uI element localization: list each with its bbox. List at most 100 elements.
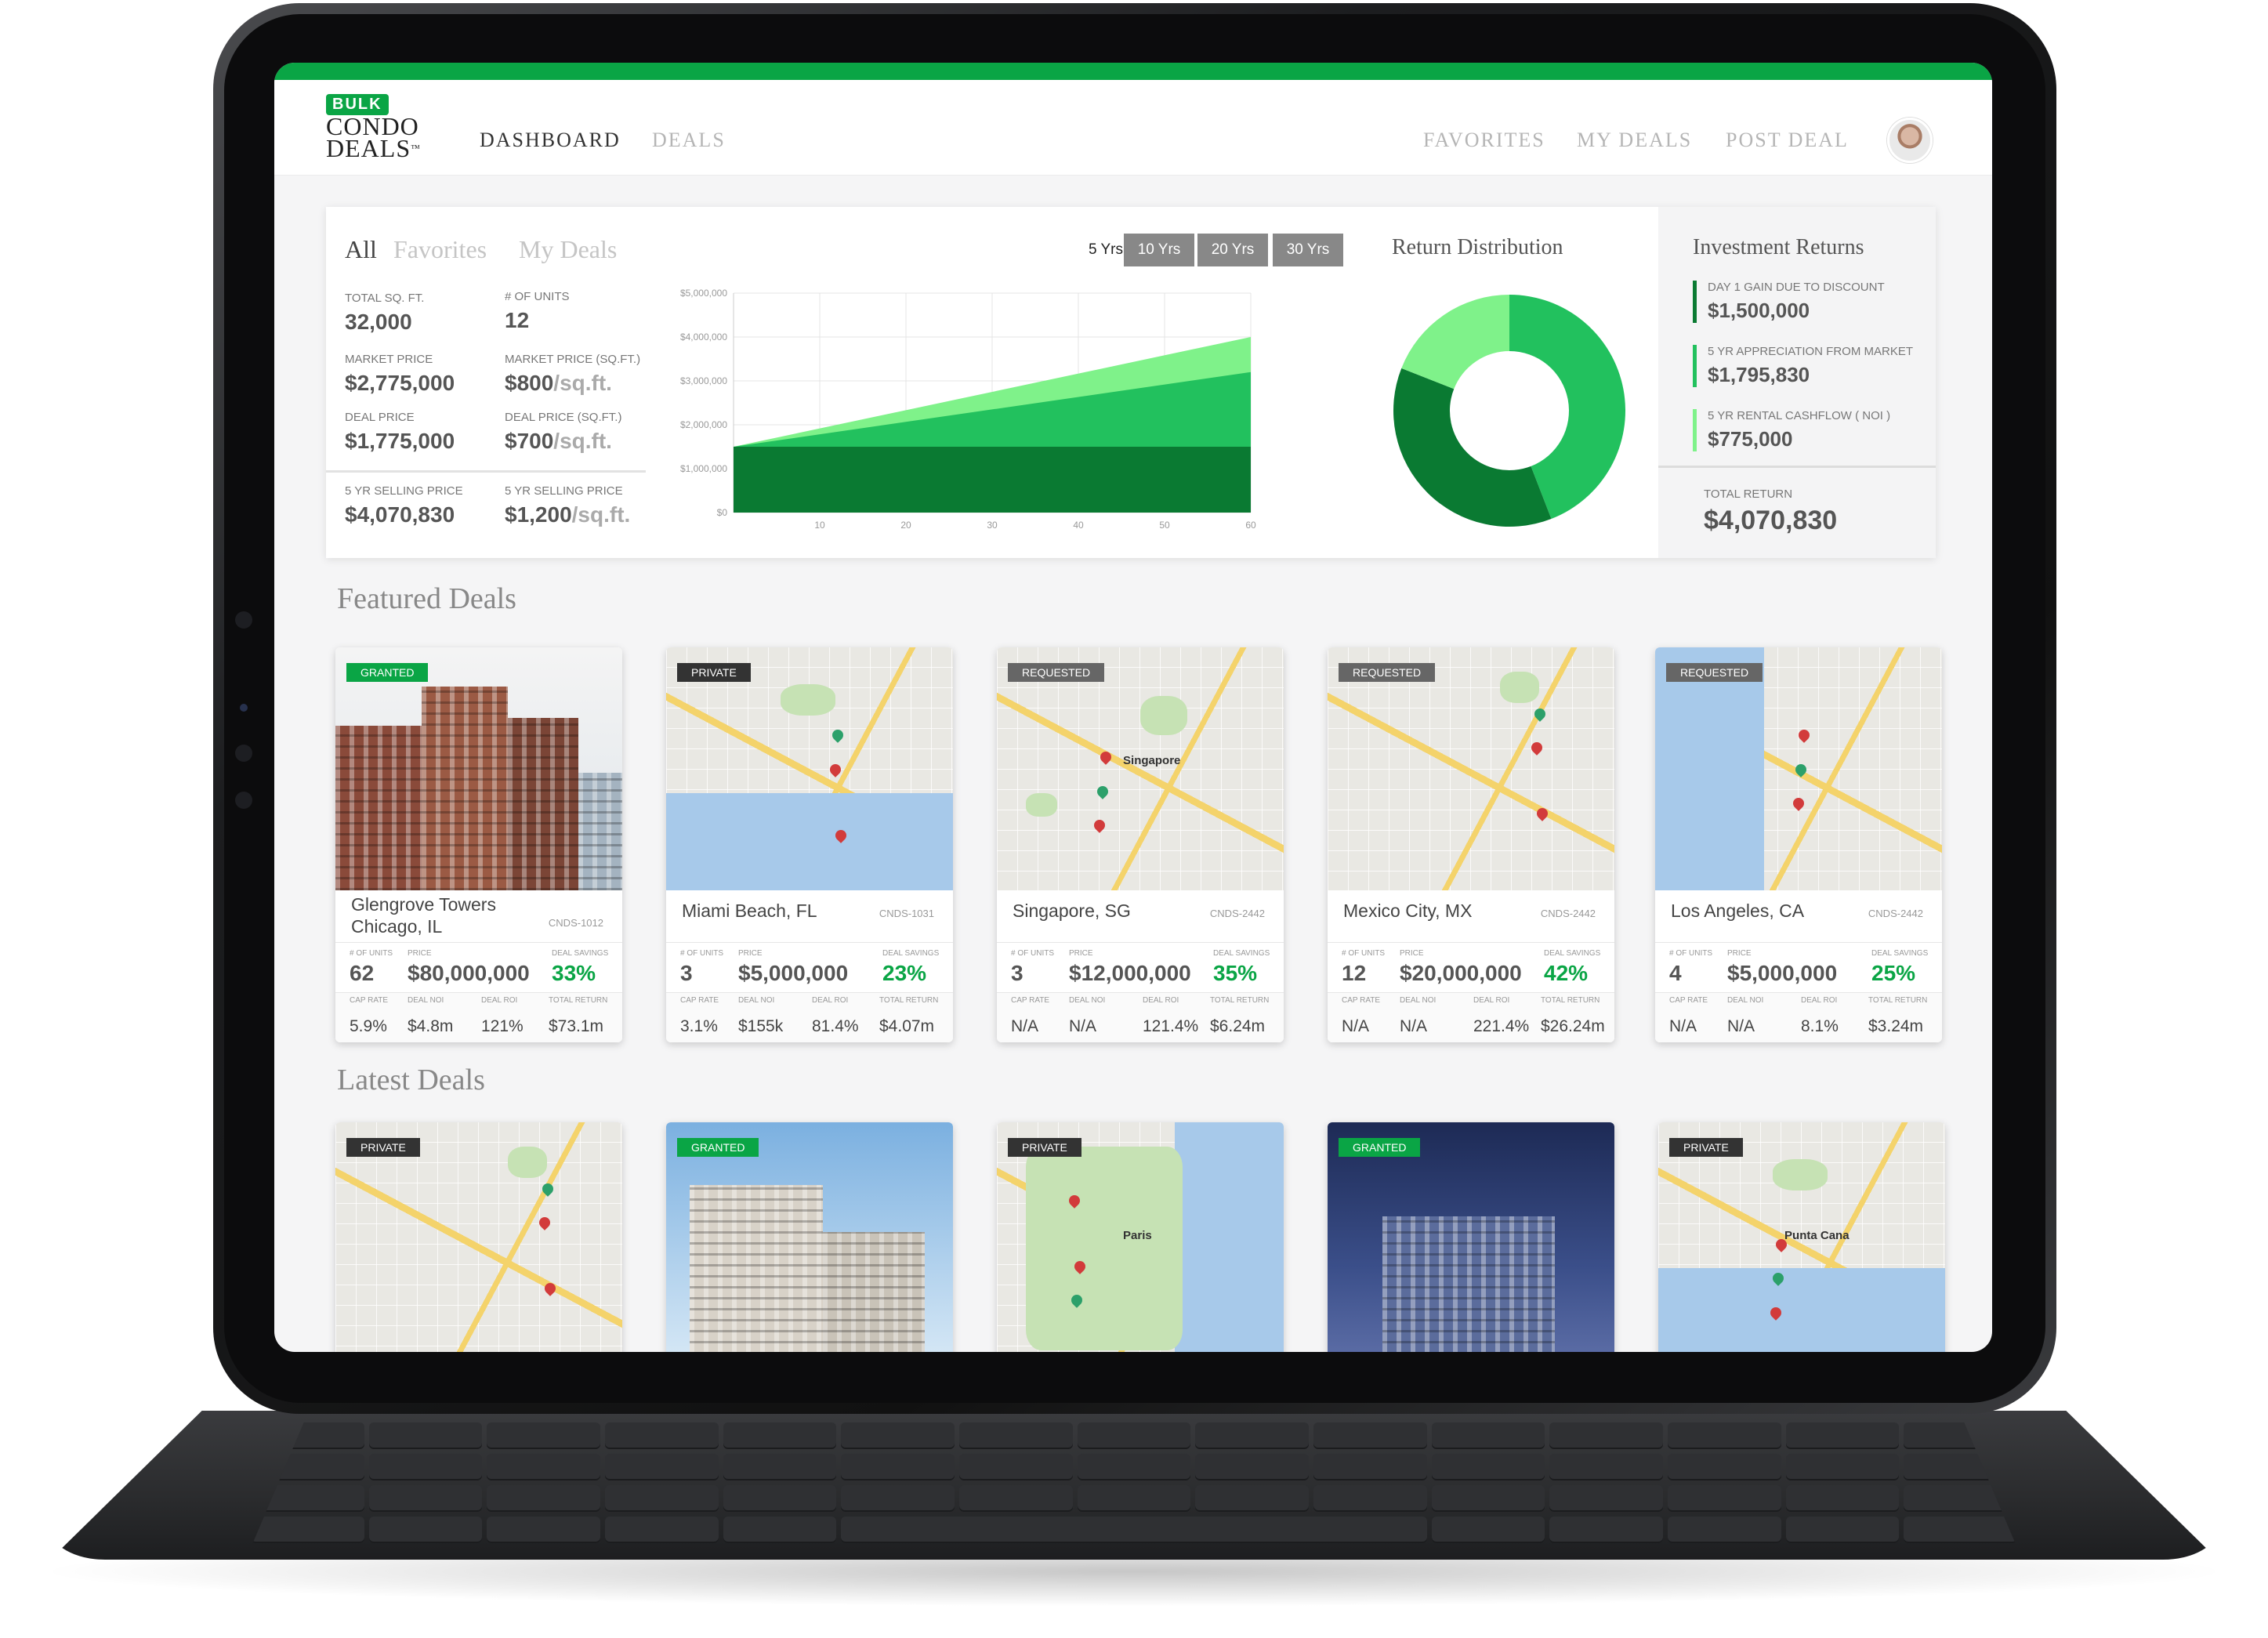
deal-card[interactable]: Singapore REQUESTED Singapore, SG CNDS-2442… <box>997 647 1284 1042</box>
keyboard-key <box>1785 1422 1900 1449</box>
deal-card[interactable]: PRIVATE Miami Beach, FL CNDS-1031 # OF UNIT… <box>666 647 953 1042</box>
stat-label: # OF UNITS <box>1669 949 1713 958</box>
stat-units: # OF UNITS 12 <box>505 290 570 332</box>
deal-primary-stats: # OF UNITS 4 PRICE $5,000,000 DEAL SAVINGS 25… <box>1655 942 1942 991</box>
map-thumbnail[interactable] <box>1328 647 1614 890</box>
range-20yrs-button[interactable]: 20 Yrs <box>1197 234 1268 266</box>
status-badge: GRANTED <box>346 663 429 682</box>
stat-sell-sqft: 5 YR SELLING PRICE $1,200/sq.ft. <box>505 484 631 527</box>
map-pin-icon <box>1796 727 1812 744</box>
stat-total_return: TOTAL RETURN $6.24m <box>1210 996 1269 1036</box>
filter-my-deals[interactable]: My Deals <box>519 235 617 264</box>
map-park <box>1140 696 1187 735</box>
stat-value: $4.8m <box>408 1017 454 1035</box>
stat-units: # OF UNITS 3 <box>680 949 723 986</box>
stat-deal-sqft: DEAL PRICE (SQ.FT.) $700/sq.ft. <box>505 411 622 453</box>
stat-price: PRICE $20,000,000 <box>1400 949 1522 986</box>
featured-deals-title: Featured Deals <box>337 582 516 615</box>
map-pin-icon <box>1534 805 1551 821</box>
range-10yrs-button[interactable]: 10 Yrs <box>1124 234 1194 266</box>
deal-card[interactable]: PRIVATE <box>335 1122 622 1352</box>
stat-deal-price: DEAL PRICE $1,775,000 <box>345 411 455 453</box>
deal-card[interactable]: REQUESTED Mexico City, MX CNDS-2442 # OF UN… <box>1328 647 1614 1042</box>
stat-value: 12 <box>1342 961 1367 985</box>
stat-label: PRICE <box>1727 949 1752 958</box>
stat-value: $6.24m <box>1210 1017 1266 1035</box>
deal-card[interactable]: GRANTED <box>666 1122 953 1352</box>
nav-favorites[interactable]: FAVORITES <box>1423 129 1545 152</box>
deal-title: Glengrove Towers Chicago, IL <box>351 894 496 937</box>
y-tick-label: $5,000,000 <box>680 288 727 299</box>
status-badge: GRANTED <box>1339 1138 1421 1157</box>
keyboard-key <box>1785 1454 1900 1480</box>
stat-value: 8.1% <box>1801 1017 1839 1035</box>
stat-label: TOTAL RETURN <box>1210 996 1270 1005</box>
logo[interactable]: BULK CONDO DEALS™ <box>326 94 444 165</box>
deal-title: Mexico City, MX <box>1343 901 1473 921</box>
stat-cap_rate: CAP RATE N/A <box>1669 996 1708 1036</box>
x-tick-label: 10 <box>814 520 825 531</box>
stat-label: CAP RATE <box>1669 996 1708 1005</box>
nav-dashboard[interactable]: DASHBOARD <box>480 129 621 152</box>
keyboard-key <box>1313 1422 1427 1449</box>
stat-savings: DEAL SAVINGS 25% <box>1871 949 1928 986</box>
deal-card[interactable]: GRANTED Glengrove Towers Chicago, IL CNDS-… <box>335 647 622 1042</box>
return-distribution-donut <box>1393 295 1625 527</box>
nav-deals[interactable]: DEALS <box>652 129 726 152</box>
keyboard-key <box>1549 1454 1663 1480</box>
stat-value: 5.9% <box>350 1017 387 1035</box>
map-thumbnail[interactable]: Singapore <box>997 647 1284 890</box>
building-tower <box>1382 1216 1555 1352</box>
keyboard-key <box>841 1485 955 1512</box>
filter-favorites[interactable]: Favorites <box>393 235 487 264</box>
nav-post-deal[interactable]: POST DEAL <box>1726 129 1849 152</box>
nav-my-deals[interactable]: MY DEALS <box>1577 129 1692 152</box>
area-series-0 <box>734 447 1251 513</box>
side-sensor <box>235 611 252 629</box>
stat-value: $20,000,000 <box>1400 961 1522 985</box>
map-thumbnail[interactable] <box>666 647 953 890</box>
building-tower <box>578 773 622 890</box>
stat-label: DEAL NOI <box>1727 996 1764 1005</box>
header: BULK CONDO DEALS™ DASHBOARD DEALS FAVORI… <box>274 80 1992 176</box>
range-30yrs-button[interactable]: 30 Yrs <box>1273 234 1343 266</box>
avatar[interactable] <box>1887 118 1933 163</box>
deal-card[interactable]: Punta Cana PRIVATE <box>1658 1122 1945 1352</box>
stat-deal_roi: DEAL ROI 81.4% <box>812 996 859 1036</box>
filter-all[interactable]: All <box>345 235 377 264</box>
stat-value: N/A <box>1011 1017 1039 1035</box>
keyboard-key <box>1785 1517 1900 1543</box>
building-photo[interactable] <box>335 647 622 890</box>
stat-total_return: TOTAL RETURN $4.07m <box>879 996 938 1036</box>
keyboard-key <box>1904 1517 2017 1543</box>
deal-card[interactable]: Paris PRIVATE <box>997 1122 1284 1352</box>
stat-label: TOTAL RETURN <box>879 996 939 1005</box>
deal-secondary-stats: CAP RATE N/A DEAL NOI N/A DEAL ROI 121.4% TOTA… <box>997 992 1284 1042</box>
x-tick-label: 50 <box>1159 520 1170 531</box>
map-water <box>1658 1268 1945 1352</box>
return-appreciation: 5 YR APPRECIATION FROM MARKET $1,795,830 <box>1693 345 1913 387</box>
stat-value: 42% <box>1544 961 1589 985</box>
keyboard-key <box>723 1517 837 1543</box>
deal-card[interactable]: REQUESTED Los Angeles, CA CNDS-2442 # OF UN… <box>1655 647 1942 1042</box>
y-tick-label: $3,000,000 <box>680 375 727 386</box>
keyboard-key <box>1195 1422 1309 1449</box>
stat-value: 23% <box>882 961 927 985</box>
map-park <box>1499 672 1539 703</box>
keyboard-key <box>723 1422 837 1449</box>
keyboard-key <box>841 1517 1427 1543</box>
map-thumbnail[interactable] <box>1655 647 1942 890</box>
deal-title: Los Angeles, CA <box>1671 901 1805 921</box>
x-tick-label: 20 <box>900 520 911 531</box>
y-tick-label: $4,000,000 <box>680 332 727 342</box>
stat-label: # OF UNITS <box>350 949 393 958</box>
deal-secondary-stats: CAP RATE 3.1% DEAL NOI $155k DEAL ROI 81.4% TO… <box>666 992 953 1042</box>
donut-slice-1 <box>1393 368 1552 527</box>
map-pin-icon <box>1790 795 1806 812</box>
portfolio-panel: All Favorites My Deals TOTAL SQ. FT. 32,… <box>326 207 1936 558</box>
stat-total_return: TOTAL RETURN $26.24m <box>1541 996 1605 1036</box>
latest-deals-title: Latest Deals <box>337 1064 485 1096</box>
keyboard-key <box>723 1485 837 1512</box>
deal-card[interactable]: GRANTED <box>1328 1122 1614 1352</box>
map-park <box>781 683 836 716</box>
